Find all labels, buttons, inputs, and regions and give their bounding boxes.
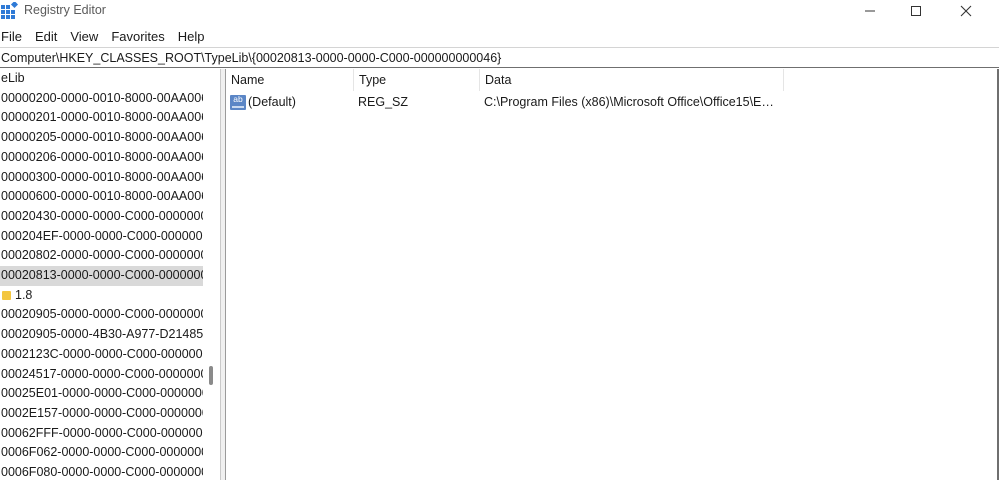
tree-key[interactable]: 00000201-0000-0010-8000-00AA006D2EA4}	[0, 108, 203, 128]
tree-key-label: 00000600-0000-0010-8000-00AA006D2EA4}	[1, 189, 203, 204]
tree-key-label: 0006F062-0000-0000-C000-000000000046}	[1, 445, 203, 460]
tree-key[interactable]: 00020802-0000-0000-C000-000000000046}	[0, 246, 203, 266]
tree-key[interactable]: 0006F062-0000-0000-C000-000000000046}	[0, 443, 203, 463]
scrollbar-thumb[interactable]	[209, 366, 213, 385]
maximize-button[interactable]	[893, 0, 939, 22]
tree-key-label: 0002123C-0000-0000-C000-000000000046}	[1, 346, 203, 361]
maximize-icon	[911, 6, 921, 16]
tree-key[interactable]: 00000200-0000-0010-8000-00AA006D2EA4}	[0, 89, 203, 109]
menu-help[interactable]: Help	[176, 29, 216, 44]
tree-key-label: 1.8	[15, 287, 33, 302]
title-bar: Registry Editor	[0, 0, 999, 22]
tree-key-label: 0006F080-0000-0000-C000-000000000046}	[1, 465, 203, 479]
values-list: Name Type Data ab (Default) REG_SZ C:\Pr…	[226, 69, 999, 480]
tree-key-label: 00020802-0000-0000-C000-000000000046}	[1, 248, 203, 263]
tree-key[interactable]: 00000206-0000-0010-8000-00AA006D2EA4}	[0, 148, 203, 168]
minimize-button[interactable]	[847, 0, 893, 22]
tree-key-label: 00000206-0000-0010-8000-00AA006D2EA4}	[1, 149, 203, 164]
menu-favorites[interactable]: Favorites	[109, 29, 175, 44]
column-header-name[interactable]: Name	[226, 69, 354, 91]
menu-view[interactable]: View	[68, 29, 109, 44]
tree-key-label: 00020813-0000-0000-C000-000000000046}	[1, 268, 203, 282]
tree-key[interactable]: 0006F080-0000-0000-C000-000000000046}	[0, 463, 203, 480]
key-tree: eLib 00000200-0000-0010-8000-00AA006D2EA4…	[0, 69, 203, 480]
address-bar[interactable]: Computer\HKEY_CLASSES_ROOT\TypeLib\{0002…	[0, 47, 999, 68]
tree-key-label: 00020905-0000-0000-C000-000000000046}	[1, 307, 203, 322]
close-icon	[960, 5, 972, 17]
tree-key[interactable]: eLib	[0, 69, 203, 89]
tree-key-label: 00000300-0000-0010-8000-00AA006D2EA4}	[1, 169, 203, 184]
string-value-icon: ab	[230, 94, 246, 110]
tree-key[interactable]: 0002123C-0000-0000-C000-000000000046}	[0, 345, 203, 365]
tree-key[interactable]: 0002E157-0000-0000-C000-000000000046}	[0, 404, 203, 424]
column-header-type[interactable]: Type	[354, 69, 480, 91]
tree-key-label: 00020905-0000-4B30-A977-D214852036FE}	[1, 327, 203, 342]
tree-key[interactable]: 00000205-0000-0010-8000-00AA006D2EA4}	[0, 128, 203, 148]
tree-key-label: 00020430-0000-0000-C000-000000000046}	[1, 208, 203, 223]
tree-key[interactable]: 00024517-0000-0000-C000-000000000046}	[0, 365, 203, 385]
tree-key[interactable]: 00020430-0000-0000-C000-000000000046}	[0, 207, 203, 227]
tree-subkey[interactable]: 1.8	[0, 286, 203, 306]
tree-key[interactable]: 00000600-0000-0010-8000-00AA006D2EA4}	[0, 187, 203, 207]
menu-file[interactable]: File	[0, 29, 33, 44]
tree-key[interactable]: 00000300-0000-0010-8000-00AA006D2EA4}	[0, 168, 203, 188]
tree-key[interactable]: 00020905-0000-0000-C000-000000000046}	[0, 305, 203, 325]
window-title: Registry Editor	[24, 3, 106, 17]
folder-icon	[2, 290, 11, 300]
tree-key[interactable]: 00062FFF-0000-0000-C000-000000000046}	[0, 424, 203, 444]
column-header-data[interactable]: Data	[480, 69, 784, 91]
tree-key-label: 000204EF-0000-0000-C000-000000000046}	[1, 228, 203, 243]
tree-key-label: 00000205-0000-0010-8000-00AA006D2EA4}	[1, 130, 203, 145]
minimize-icon	[865, 10, 875, 12]
value-name: (Default)	[248, 95, 296, 109]
tree-key-label: eLib	[1, 71, 25, 85]
tree-key-label: 00025E01-0000-0000-C000-000000000046}	[1, 386, 203, 401]
value-name-cell: ab (Default)	[230, 91, 354, 113]
tree-key[interactable]: 00020813-0000-0000-C000-000000000046}	[0, 266, 203, 286]
registry-editor-icon	[1, 2, 18, 19]
list-header: Name Type Data	[226, 69, 997, 91]
menu-edit[interactable]: Edit	[33, 29, 68, 44]
menu-bar: File Edit View Favorites Help	[0, 25, 999, 47]
value-data: C:\Program Files (x86)\Microsoft Office\…	[484, 91, 784, 113]
tree-key-label: 00000201-0000-0010-8000-00AA006D2EA4}	[1, 110, 203, 125]
close-button[interactable]	[943, 0, 989, 22]
tree-key-label: 0002E157-0000-0000-C000-000000000046}	[1, 405, 203, 420]
value-data-text: C:\Program Files (x86)\Microsoft Office\…	[484, 95, 774, 109]
tree-key-label: 00024517-0000-0000-C000-000000000046}	[1, 366, 203, 381]
tree-key[interactable]: 000204EF-0000-0000-C000-000000000046}	[0, 227, 203, 247]
tree-scrollbar[interactable]	[203, 69, 220, 480]
value-type: REG_SZ	[358, 95, 409, 109]
tree-key-label: 00000200-0000-0010-8000-00AA006D2EA4}	[1, 90, 203, 105]
tree-key-label: 00062FFF-0000-0000-C000-000000000046}	[1, 425, 203, 440]
tree-key[interactable]: 00025E01-0000-0000-C000-000000000046}	[0, 384, 203, 404]
tree-key[interactable]: 00020905-0000-4B30-A977-D214852036FE}	[0, 325, 203, 345]
value-row[interactable]: ab (Default) REG_SZ C:\Program Files (x8…	[226, 91, 997, 113]
